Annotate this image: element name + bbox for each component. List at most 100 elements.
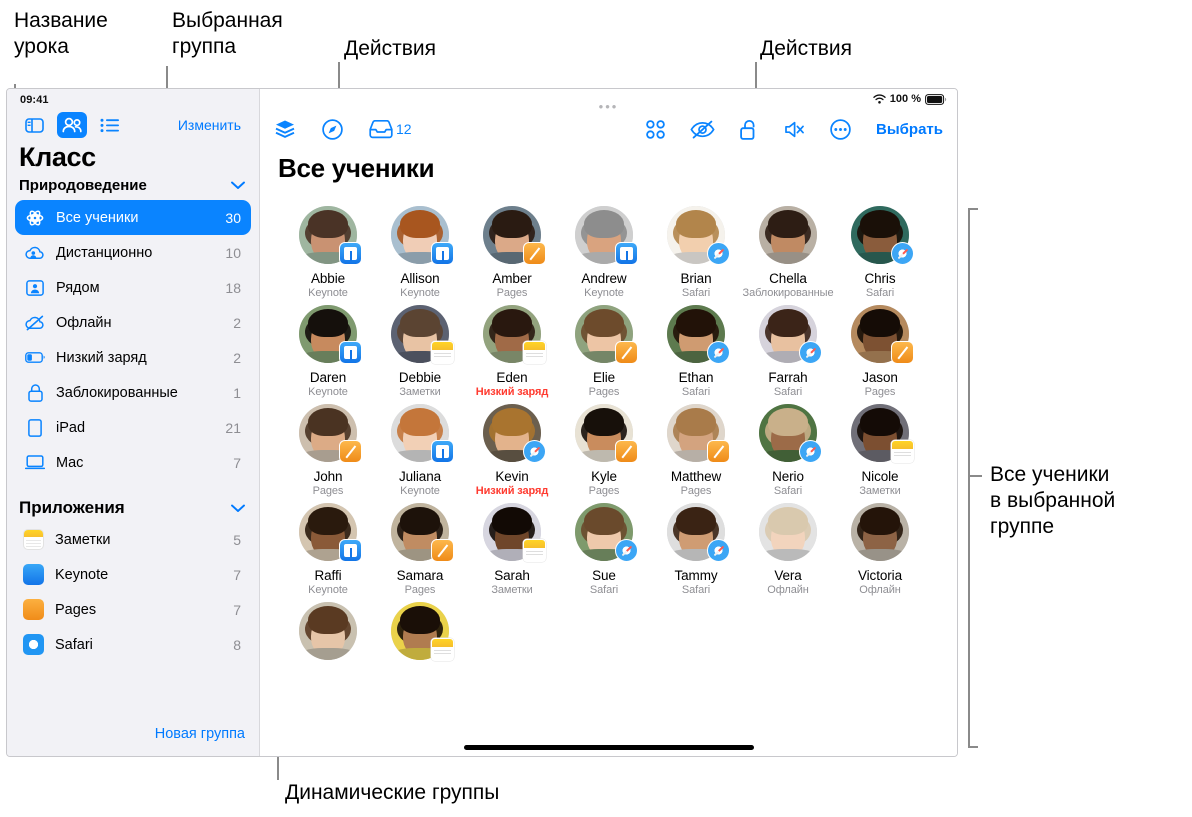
- avatar[interactable]: [483, 503, 546, 562]
- screen-view-button[interactable]: [274, 119, 296, 139]
- student-tile[interactable]: [374, 602, 466, 668]
- sidebar-item-ipad[interactable]: iPad 21: [15, 410, 251, 445]
- apps-section-header[interactable]: Приложения: [7, 480, 259, 522]
- avatar[interactable]: [391, 305, 454, 364]
- student-tile[interactable]: Eden Низкий заряд: [466, 305, 558, 398]
- sidebar-item-рядом[interactable]: Рядом 18: [15, 270, 251, 305]
- avatar[interactable]: [483, 206, 546, 265]
- sidebar-item-все-ученики[interactable]: Все ученики 30: [15, 200, 251, 235]
- student-tile[interactable]: Kyle Pages: [558, 404, 650, 497]
- window-grabber-icon[interactable]: •••: [599, 99, 619, 114]
- student-tile[interactable]: Sue Safari: [558, 503, 650, 596]
- avatar[interactable]: [391, 503, 454, 562]
- student-tile[interactable]: Andrew Keynote: [558, 206, 650, 299]
- avatar[interactable]: [575, 305, 638, 364]
- sidebar-item-mac[interactable]: Mac 7: [15, 445, 251, 480]
- avatar[interactable]: [299, 503, 362, 562]
- student-name: Sarah: [494, 568, 530, 583]
- avatar[interactable]: [299, 602, 357, 660]
- unlock-button[interactable]: [740, 119, 759, 140]
- student-tile[interactable]: Abbie Keynote: [282, 206, 374, 299]
- student-tile[interactable]: Amber Pages: [466, 206, 558, 299]
- student-tile[interactable]: Daren Keynote: [282, 305, 374, 398]
- student-tile[interactable]: Kevin Низкий заряд: [466, 404, 558, 497]
- select-button[interactable]: Выбрать: [876, 121, 943, 138]
- avatar[interactable]: [759, 206, 817, 264]
- avatar[interactable]: [391, 206, 454, 265]
- student-tile[interactable]: Ethan Safari: [650, 305, 742, 398]
- student-tile[interactable]: Raffi Keynote: [282, 503, 374, 596]
- student-status: Safari: [589, 584, 619, 596]
- chevron-down-icon[interactable]: [231, 504, 245, 513]
- avatar[interactable]: [299, 305, 362, 364]
- home-indicator[interactable]: [463, 745, 754, 750]
- student-tile[interactable]: Juliana Keynote: [374, 404, 466, 497]
- dynamic-groups-list: Все ученики 30 Дистанционно 10 Рядом 18 Офлайн…: [7, 200, 259, 480]
- avatar[interactable]: [851, 305, 914, 364]
- student-tile[interactable]: Nicole Заметки: [834, 404, 926, 497]
- avatar[interactable]: [667, 206, 730, 265]
- sidebar-app-safari[interactable]: Safari 8: [15, 627, 251, 662]
- student-tile[interactable]: Vera Офлайн: [742, 503, 834, 596]
- students-view-icon[interactable]: [57, 112, 87, 138]
- sidebar-view-segments[interactable]: [19, 112, 125, 138]
- avatar[interactable]: [483, 404, 546, 463]
- avatar[interactable]: [759, 404, 822, 463]
- chevron-down-icon[interactable]: [231, 181, 245, 190]
- sidebar-app-keynote[interactable]: Keynote 7: [15, 557, 251, 592]
- avatar[interactable]: [759, 503, 817, 561]
- student-tile[interactable]: Allison Keynote: [374, 206, 466, 299]
- sidebar-item-заблокированные[interactable]: Заблокированные 1: [15, 375, 251, 410]
- student-tile[interactable]: Victoria Офлайн: [834, 503, 926, 596]
- avatar[interactable]: [759, 305, 822, 364]
- student-tile[interactable]: John Pages: [282, 404, 374, 497]
- student-tile[interactable]: Matthew Pages: [650, 404, 742, 497]
- avatar[interactable]: [575, 404, 638, 463]
- avatar[interactable]: [851, 404, 914, 463]
- navigate-button[interactable]: [322, 118, 343, 140]
- more-button[interactable]: [830, 118, 851, 140]
- student-tile[interactable]: Chella Заблокированные: [742, 206, 834, 299]
- annotation-lesson-name: Название урока: [14, 9, 108, 58]
- sidebar-item-офлайн[interactable]: Офлайн 2: [15, 305, 251, 340]
- avatar[interactable]: [483, 305, 546, 364]
- sidebar-app-label: Pages: [55, 601, 97, 618]
- avatar[interactable]: [575, 503, 638, 562]
- student-tile[interactable]: Elie Pages: [558, 305, 650, 398]
- sidebar-app-заметки[interactable]: Заметки 5: [15, 522, 251, 557]
- student-tile[interactable]: Nerio Safari: [742, 404, 834, 497]
- student-tile[interactable]: Brian Safari: [650, 206, 742, 299]
- edit-button[interactable]: Изменить: [178, 117, 247, 133]
- avatar[interactable]: [667, 404, 730, 463]
- avatar[interactable]: [299, 206, 362, 265]
- avatar[interactable]: [299, 404, 362, 463]
- sidebar-item-дистанционно[interactable]: Дистанционно 10: [15, 235, 251, 270]
- student-tile[interactable]: Debbie Заметки: [374, 305, 466, 398]
- groups-button[interactable]: [646, 119, 665, 139]
- student-tile[interactable]: Farrah Safari: [742, 305, 834, 398]
- student-tile[interactable]: Tammy Safari: [650, 503, 742, 596]
- keynote-badge-icon: [431, 242, 454, 265]
- new-group-button[interactable]: Новая группа: [7, 726, 259, 756]
- avatar[interactable]: [851, 206, 914, 265]
- student-tile[interactable]: Jason Pages: [834, 305, 926, 398]
- avatar[interactable]: [851, 503, 909, 561]
- mute-button[interactable]: [784, 120, 805, 139]
- student-tile[interactable]: Sarah Заметки: [466, 503, 558, 596]
- sidebar-item-низкий-заряд[interactable]: Низкий заряд 2: [15, 340, 251, 375]
- avatar[interactable]: [391, 602, 454, 661]
- avatar[interactable]: [667, 305, 730, 364]
- selected-group-header[interactable]: Природоведение: [7, 175, 259, 200]
- student-status: Safari: [681, 287, 711, 299]
- avatar[interactable]: [391, 404, 454, 463]
- list-view-icon[interactable]: [95, 112, 125, 138]
- sidebar-toggle-icon[interactable]: [19, 112, 49, 138]
- student-tile[interactable]: [282, 602, 374, 668]
- inbox-button[interactable]: 12: [369, 119, 412, 139]
- avatar[interactable]: [667, 503, 730, 562]
- sidebar-app-pages[interactable]: Pages 7: [15, 592, 251, 627]
- student-tile[interactable]: Samara Pages: [374, 503, 466, 596]
- student-tile[interactable]: Chris Safari: [834, 206, 926, 299]
- avatar[interactable]: [575, 206, 638, 265]
- hide-screen-button[interactable]: [690, 120, 715, 139]
